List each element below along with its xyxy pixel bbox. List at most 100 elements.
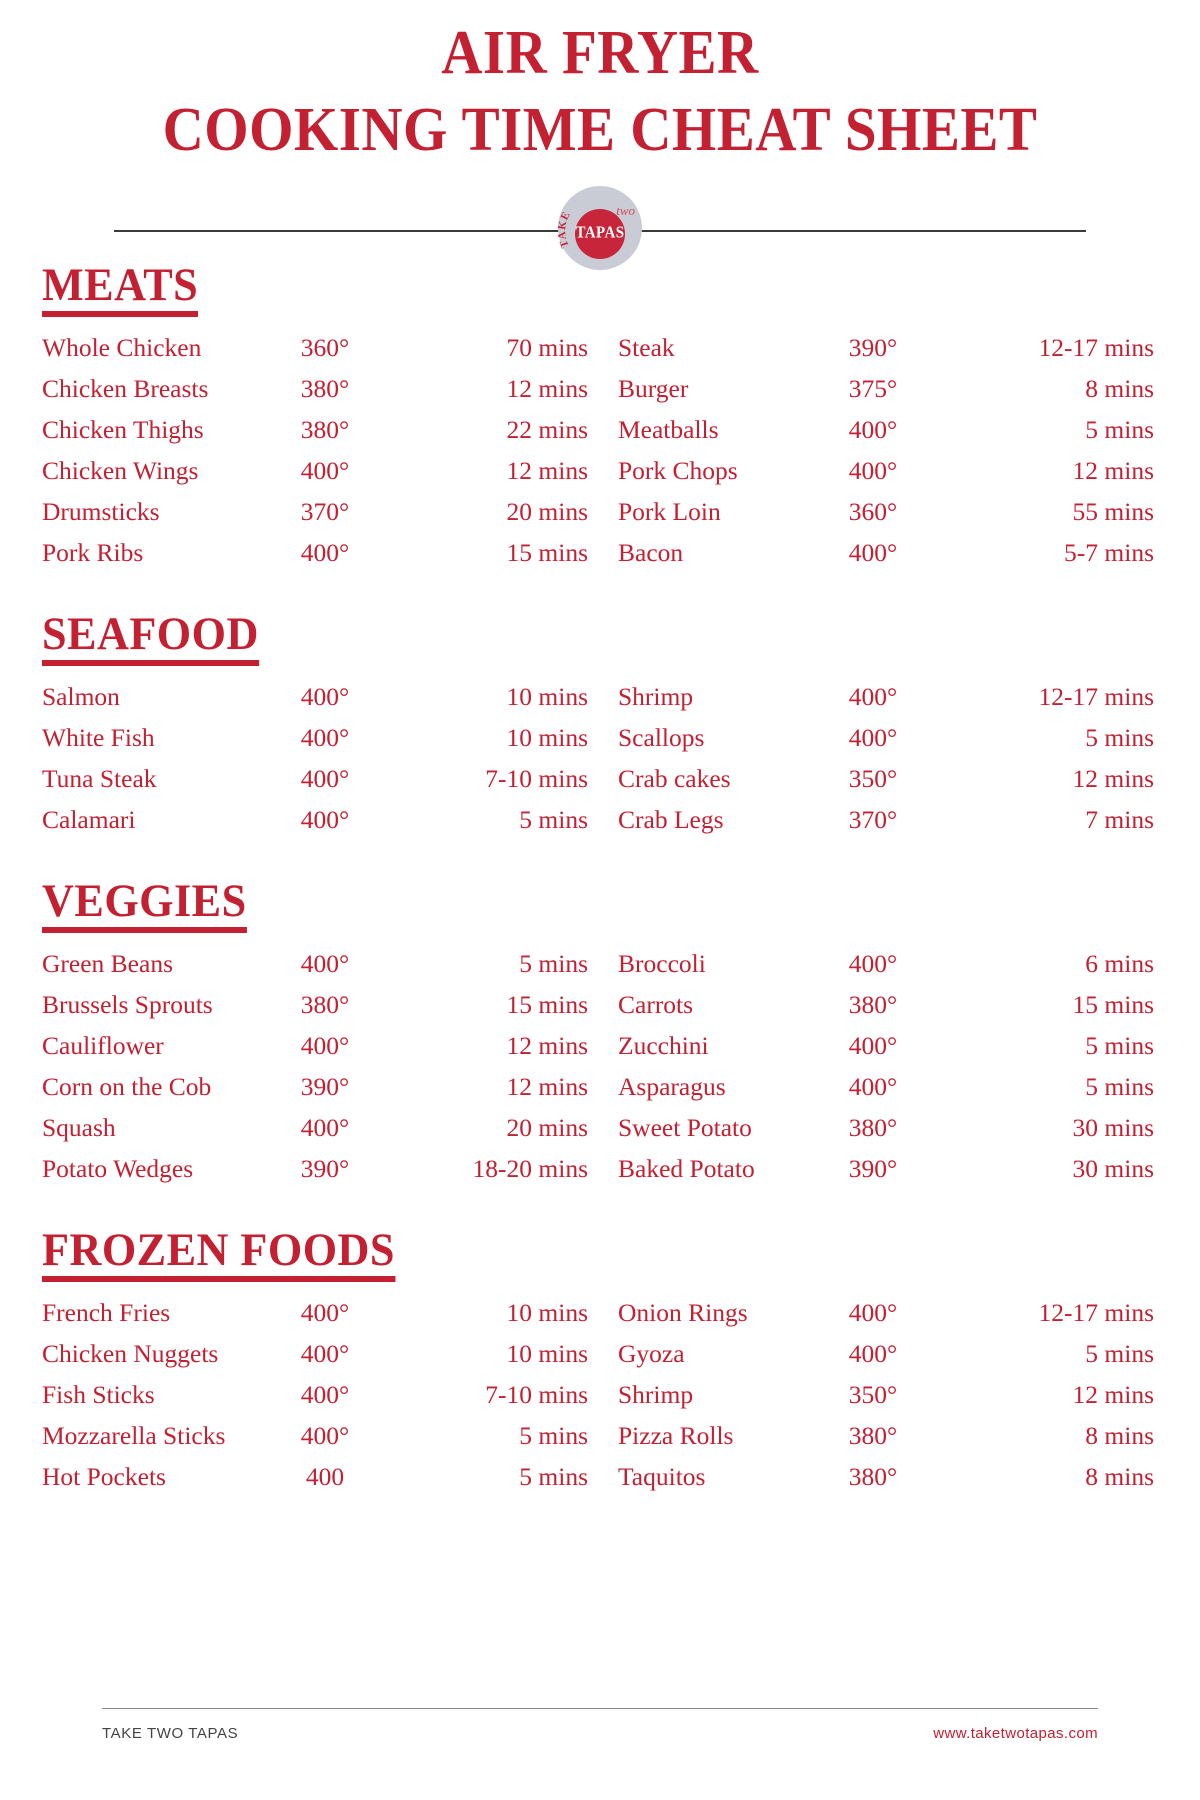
food-name-cell: Green Beans	[42, 949, 173, 979]
row-half-right: Onion Rings 400° 12-17 mins	[600, 1300, 1158, 1327]
row-half-left: Chicken Nuggets 400° 10 mins	[42, 1341, 600, 1368]
table-row: Chicken Thighs 380° 22 mins Meatballs 400° 5 …	[42, 417, 1158, 458]
temperature-cell: 375°	[848, 374, 898, 404]
row-half-right: Bacon 400° 5-7 mins	[600, 540, 1158, 567]
table-row: Green Beans 400° 5 mins Broccoli 400° 6 mins	[42, 951, 1158, 992]
food-name-cell: Pizza Rolls	[618, 1421, 734, 1451]
food-name-cell: Chicken Wings	[42, 456, 199, 486]
temperature-cell: 400°	[848, 1298, 898, 1328]
table-row: Whole Chicken 360° 70 mins Steak 390° 12-17 m…	[42, 335, 1158, 376]
section-frozen-foods: FROZEN FOODS French Fries 400° 10 mins Onion…	[42, 1227, 1158, 1505]
row-half-left: Calamari 400° 5 mins	[42, 807, 600, 834]
cook-time-cell: 6 mins	[1085, 949, 1154, 979]
food-name-cell: Fish Sticks	[42, 1380, 155, 1410]
row-half-left: Salmon 400° 10 mins	[42, 684, 600, 711]
table-row: Drumsticks 370° 20 mins Pork Loin 360° 55 min…	[42, 499, 1158, 540]
food-name-cell: Hot Pockets	[42, 1462, 166, 1492]
temperature-cell: 400°	[300, 949, 350, 979]
logo-arc-text: TAKE	[558, 210, 573, 250]
temperature-cell: 360°	[848, 497, 898, 527]
cook-time-cell: 5 mins	[519, 805, 588, 835]
row-half-left: Pork Ribs 400° 15 mins	[42, 540, 600, 567]
temperature-cell: 380°	[300, 990, 350, 1020]
temperature-cell: 400°	[848, 723, 898, 753]
row-half-right: Burger 375° 8 mins	[600, 376, 1158, 403]
cook-time-cell: 8 mins	[1085, 1421, 1154, 1451]
cook-time-cell: 5 mins	[519, 1421, 588, 1451]
food-name-cell: Whole Chicken	[42, 333, 202, 363]
cook-time-cell: 7-10 mins	[485, 764, 588, 794]
temperature-cell: 400°	[300, 1380, 350, 1410]
table-row: Salmon 400° 10 mins Shrimp 400° 12-17 mins	[42, 684, 1158, 725]
cook-time-cell: 5 mins	[1085, 1031, 1154, 1061]
row-half-right: Pork Loin 360° 55 mins	[600, 499, 1158, 526]
row-half-left: Fish Sticks 400° 7-10 mins	[42, 1382, 600, 1409]
table-row: White Fish 400° 10 mins Scallops 400° 5 mins	[42, 725, 1158, 766]
table-row: Corn on the Cob 390° 12 mins Asparagus 400° 5…	[42, 1074, 1158, 1115]
row-half-right: Taquitos 380° 8 mins	[600, 1464, 1158, 1491]
row-half-right: Steak 390° 12-17 mins	[600, 335, 1158, 362]
temperature-cell: 360°	[300, 333, 350, 363]
footer-divider	[102, 1708, 1098, 1709]
food-name-cell: Potato Wedges	[42, 1154, 194, 1184]
food-name-cell: Asparagus	[618, 1072, 726, 1102]
temperature-cell: 380°	[848, 990, 898, 1020]
food-name-cell: Cauliflower	[42, 1031, 164, 1061]
table-row: Mozzarella Sticks 400° 5 mins Pizza Rolls 38…	[42, 1423, 1158, 1464]
row-half-right: Crab Legs 370° 7 mins	[600, 807, 1158, 834]
cook-time-cell: 10 mins	[506, 682, 588, 712]
cook-time-cell: 8 mins	[1085, 374, 1154, 404]
row-half-left: Potato Wedges 390° 18-20 mins	[42, 1156, 600, 1183]
food-name-cell: Pork Chops	[618, 456, 738, 486]
temperature-cell: 400°	[848, 949, 898, 979]
section-meats: MEATS Whole Chicken 360° 70 mins Steak 390° 12…	[42, 262, 1158, 581]
cook-time-cell: 30 mins	[1072, 1113, 1154, 1143]
table-row: Cauliflower 400° 12 mins Zucchini 400° 5 mins	[42, 1033, 1158, 1074]
title-line-1: AIR FRYER	[441, 19, 759, 87]
cook-time-cell: 8 mins	[1085, 1462, 1154, 1492]
food-name-cell: Shrimp	[618, 1380, 694, 1410]
food-name-cell: Burger	[618, 374, 689, 404]
row-half-left: Mozzarella Sticks 400° 5 mins	[42, 1423, 600, 1450]
footer-website[interactable]: www.taketwotapas.com	[933, 1725, 1098, 1742]
food-name-cell: Chicken Thighs	[42, 415, 204, 445]
cook-time-cell: 7 mins	[1085, 805, 1154, 835]
section-veggies: VEGGIES Green Beans 400° 5 mins Broccoli 400°…	[42, 878, 1158, 1197]
logo-divider-row: TAKE two TAPAS	[42, 184, 1158, 271]
temperature-cell: 380°	[300, 415, 350, 445]
row-half-right: Pork Chops 400° 12 mins	[600, 458, 1158, 485]
table-row: Chicken Breasts 380° 12 mins Burger 375° 8 mi…	[42, 376, 1158, 417]
food-name-cell: Onion Rings	[618, 1298, 748, 1328]
row-half-left: Chicken Wings 400° 12 mins	[42, 458, 600, 485]
row-half-right: Zucchini 400° 5 mins	[600, 1033, 1158, 1060]
title-line-2: COOKING TIME CHEAT SHEET	[162, 96, 1038, 165]
section-rows: Whole Chicken 360° 70 mins Steak 390° 12-17 m…	[42, 335, 1158, 581]
food-name-cell: Corn on the Cob	[42, 1072, 212, 1102]
temperature-cell: 400°	[848, 456, 898, 486]
food-name-cell: Carrots	[618, 990, 694, 1020]
food-name-cell: Gyoza	[618, 1339, 685, 1369]
row-half-right: Gyoza 400° 5 mins	[600, 1341, 1158, 1368]
row-half-left: Cauliflower 400° 12 mins	[42, 1033, 600, 1060]
temperature-cell: 390°	[300, 1154, 350, 1184]
temperature-cell: 390°	[848, 333, 898, 363]
cook-time-cell: 5 mins	[1085, 415, 1154, 445]
row-half-left: Whole Chicken 360° 70 mins	[42, 335, 600, 362]
cook-time-cell: 20 mins	[506, 1113, 588, 1143]
table-row: Tuna Steak 400° 7-10 mins Crab cakes 350° 12 …	[42, 766, 1158, 807]
section-rows: Green Beans 400° 5 mins Broccoli 400° 6 mins B…	[42, 951, 1158, 1197]
temperature-cell: 400°	[848, 682, 898, 712]
temperature-cell: 400°	[300, 723, 350, 753]
row-half-right: Baked Potato 390° 30 mins	[600, 1156, 1158, 1183]
row-half-right: Shrimp 400° 12-17 mins	[600, 684, 1158, 711]
row-half-right: Carrots 380° 15 mins	[600, 992, 1158, 1019]
cook-time-cell: 12-17 mins	[1038, 1298, 1154, 1328]
cook-time-cell: 12-17 mins	[1038, 333, 1154, 363]
food-name-cell: White Fish	[42, 723, 155, 753]
temperature-cell: 350°	[848, 1380, 898, 1410]
cook-time-cell: 55 mins	[1072, 497, 1154, 527]
row-half-left: Drumsticks 370° 20 mins	[42, 499, 600, 526]
section-rows: Salmon 400° 10 mins Shrimp 400° 12-17 mins Whi…	[42, 684, 1158, 848]
table-row: Potato Wedges 390° 18-20 mins Baked Potato 3…	[42, 1156, 1158, 1197]
section-heading: SEAFOOD	[42, 611, 259, 667]
